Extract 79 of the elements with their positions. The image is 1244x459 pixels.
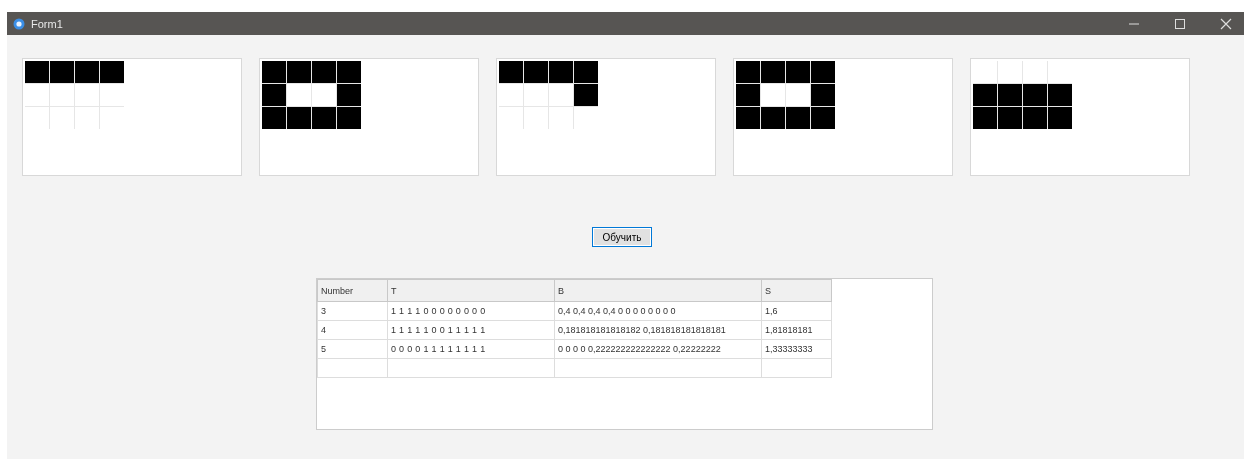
- table-cell: 5: [317, 339, 388, 359]
- column-header[interactable]: T: [387, 279, 555, 302]
- pixel-cell[interactable]: [549, 61, 573, 83]
- pixel-cell[interactable]: [786, 107, 810, 129]
- pixel-cell[interactable]: [811, 84, 835, 106]
- table-cell: 0,181818181818182 0,181818181818181: [554, 320, 762, 340]
- app-icon: [13, 17, 25, 30]
- pixel-cell[interactable]: [549, 84, 573, 106]
- table-cell: 1 1 1 1 0 0 0 0 0 0 0 0: [387, 301, 555, 321]
- pixel-cell[interactable]: [761, 84, 785, 106]
- maximize-icon[interactable]: [1174, 17, 1186, 30]
- pixel-cell[interactable]: [998, 107, 1022, 129]
- column-header[interactable]: B: [554, 279, 762, 302]
- pixel-cell[interactable]: [1023, 84, 1047, 106]
- pixel-cell[interactable]: [25, 107, 49, 129]
- close-icon[interactable]: [1220, 17, 1232, 30]
- pixel-cell[interactable]: [736, 61, 760, 83]
- pixel-cell[interactable]: [499, 61, 523, 83]
- pixel-cell[interactable]: [262, 84, 286, 106]
- pixel-cell[interactable]: [499, 107, 523, 129]
- pixel-cell[interactable]: [287, 107, 311, 129]
- table-cell: 0,4 0,4 0,4 0,4 0 0 0 0 0 0 0 0: [554, 301, 762, 321]
- pixel-cell[interactable]: [1023, 61, 1047, 83]
- table-cell: 3: [317, 301, 388, 321]
- pixel-cell[interactable]: [312, 107, 336, 129]
- pixel-cell[interactable]: [337, 107, 361, 129]
- pixel-cell[interactable]: [337, 84, 361, 106]
- pixel-cell[interactable]: [50, 107, 74, 129]
- pixel-cell[interactable]: [75, 107, 99, 129]
- pixel-cell[interactable]: [973, 107, 997, 129]
- pixel-cell[interactable]: [262, 61, 286, 83]
- table-cell: 1 1 1 1 1 0 0 1 1 1 1 1: [387, 320, 555, 340]
- pixel-cell[interactable]: [786, 61, 810, 83]
- window-title: Form1: [31, 17, 63, 30]
- table-cell: 1,33333333: [761, 339, 832, 359]
- pixel-cell[interactable]: [1048, 107, 1072, 129]
- pixel-cell[interactable]: [312, 61, 336, 83]
- pixel-cell[interactable]: [973, 61, 997, 83]
- pixel-cell[interactable]: [287, 84, 311, 106]
- pixel-cell[interactable]: [25, 61, 49, 83]
- pixel-cell[interactable]: [998, 61, 1022, 83]
- table-cell: 4: [317, 320, 388, 340]
- pixel-cell[interactable]: [574, 61, 598, 83]
- pixel-cell[interactable]: [1048, 61, 1072, 83]
- column-header[interactable]: Number: [317, 279, 388, 302]
- pixel-cell[interactable]: [312, 84, 336, 106]
- pixel-cell[interactable]: [524, 107, 548, 129]
- pixel-cell[interactable]: [1023, 107, 1047, 129]
- pixel-cell[interactable]: [524, 84, 548, 106]
- table-cell: 1,6: [761, 301, 832, 321]
- pixel-cell[interactable]: [998, 84, 1022, 106]
- pixel-cell[interactable]: [75, 61, 99, 83]
- pixel-cell[interactable]: [100, 61, 124, 83]
- pixel-cell[interactable]: [786, 84, 810, 106]
- table-cell: 0 0 0 0 0,222222222222222 0,22222222: [554, 339, 762, 359]
- pixel-cell[interactable]: [549, 107, 573, 129]
- pixel-cell[interactable]: [811, 107, 835, 129]
- pixel-cell[interactable]: [811, 61, 835, 83]
- pixel-cell[interactable]: [524, 61, 548, 83]
- pixel-cell[interactable]: [973, 84, 997, 106]
- pixel-cell[interactable]: [499, 84, 523, 106]
- pixel-cell[interactable]: [761, 61, 785, 83]
- pixel-cell[interactable]: [50, 84, 74, 106]
- pixel-cell[interactable]: [50, 61, 74, 83]
- pixel-cell[interactable]: [574, 84, 598, 106]
- pixel-cell[interactable]: [287, 61, 311, 83]
- pixel-cell[interactable]: [337, 61, 361, 83]
- train-button[interactable]: Обучить: [591, 227, 653, 247]
- table-cell: 0 0 0 0 1 1 1 1 1 1 1 1: [387, 339, 555, 359]
- pixel-cell[interactable]: [75, 84, 99, 106]
- pixel-cell[interactable]: [1048, 84, 1072, 106]
- table-cell: 1,81818181: [761, 320, 832, 340]
- pixel-cell[interactable]: [736, 84, 760, 106]
- pixel-cell[interactable]: [761, 107, 785, 129]
- pixel-cell[interactable]: [25, 84, 49, 106]
- pixel-cell[interactable]: [262, 107, 286, 129]
- column-header[interactable]: S: [761, 279, 832, 302]
- pixel-cell[interactable]: [100, 84, 124, 106]
- pixel-cell[interactable]: [736, 107, 760, 129]
